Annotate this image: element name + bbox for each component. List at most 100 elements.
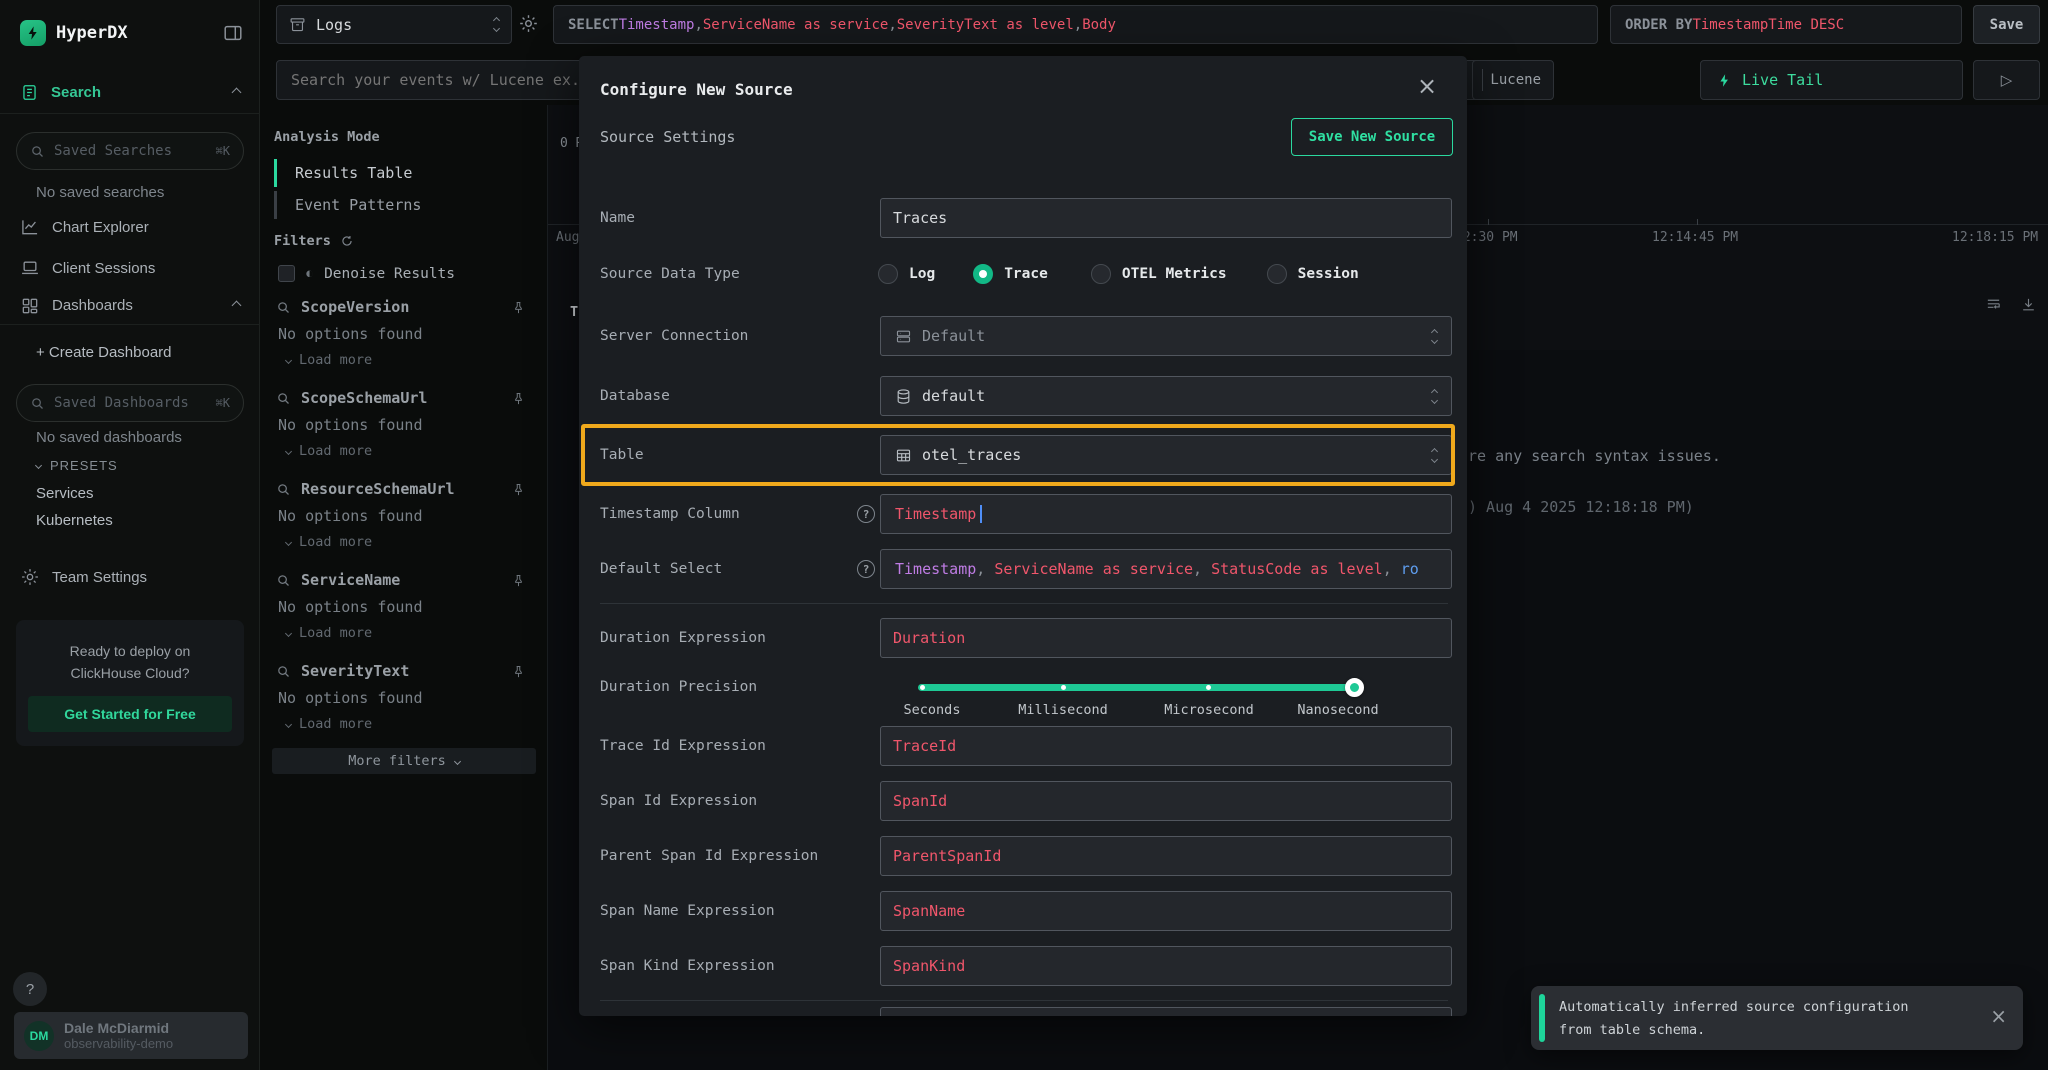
modal-title: Configure New Source (600, 80, 793, 99)
sidebar-item-team-settings[interactable]: Team Settings (0, 558, 260, 596)
table-select[interactable]: otel_traces (880, 435, 1452, 475)
chevron-up-icon[interactable] (232, 301, 242, 311)
pin-icon[interactable] (511, 664, 526, 679)
gear-icon (20, 567, 40, 587)
user-menu[interactable]: DM Dale McDiarmid observability-demo (14, 1012, 248, 1059)
saved-dashboards-field[interactable] (54, 395, 207, 411)
order-by-keyword: ORDER BY (1625, 17, 1692, 33)
sidebar-item-search[interactable]: Search (0, 72, 260, 114)
name-input[interactable] (880, 198, 1452, 238)
live-tail-label: Live Tail (1742, 71, 1823, 89)
sidebar-item-chart-explorer[interactable]: Chart Explorer (0, 208, 260, 246)
load-more-button[interactable]: Load more (286, 442, 548, 460)
help-circle-icon: ? (857, 505, 875, 523)
pin-icon[interactable] (511, 482, 526, 497)
chevron-up-icon[interactable] (232, 88, 242, 98)
toast-notification[interactable]: Automatically inferred source configurat… (1531, 986, 2023, 1050)
lucene-language-toggle[interactable]: Lucene (1472, 60, 1554, 100)
chevron-down-icon (285, 447, 292, 454)
partial-input[interactable] (880, 1007, 1452, 1016)
slider-label-microsecond[interactable]: Microsecond (1164, 702, 1253, 718)
parent-span-id-input[interactable] (880, 836, 1452, 876)
radio-log[interactable] (878, 264, 898, 284)
slider-mark[interactable] (1061, 685, 1066, 690)
close-icon[interactable]: × (1417, 72, 1437, 100)
pin-icon[interactable] (511, 391, 526, 406)
default-select-input[interactable]: Timestamp , ServiceName as service , Sta… (880, 549, 1452, 589)
refresh-icon[interactable] (340, 234, 354, 248)
span-id-input[interactable] (880, 781, 1452, 821)
duration-precision-slider[interactable] (918, 684, 1354, 691)
sidebar-item-dashboards[interactable]: Dashboards (0, 287, 260, 325)
filter-group-name: SeverityText (301, 662, 409, 680)
pin-icon[interactable] (511, 300, 526, 315)
source-select[interactable]: Logs (276, 5, 512, 44)
pin-icon[interactable] (511, 573, 526, 588)
download-icon[interactable] (2020, 296, 2037, 313)
saved-searches-field[interactable] (54, 143, 207, 159)
radio-trace[interactable] (973, 264, 993, 284)
slider-mark[interactable] (1206, 685, 1211, 690)
slider-mark[interactable] (920, 685, 925, 690)
slider-label-nanosecond[interactable]: Nanosecond (1297, 702, 1378, 718)
syntax-hint-partial: re any search syntax issues. (1468, 447, 1721, 465)
sidebar-item-client-sessions[interactable]: Client Sessions (0, 249, 260, 287)
search-icon (276, 391, 291, 406)
create-dashboard-button[interactable]: + Create Dashboard (36, 344, 172, 361)
duration-precision-label: Duration Precision (600, 667, 757, 707)
mode-results-table[interactable]: Results Table (274, 159, 412, 187)
mode-event-patterns[interactable]: Event Patterns (274, 191, 421, 219)
collapse-sidebar-icon[interactable] (222, 22, 244, 44)
presets-toggle[interactable]: PRESETS (36, 458, 118, 473)
timestamp-column-input[interactable]: Timestamp (880, 494, 1452, 534)
order-by-input[interactable]: ORDER BY TimestampTime DESC (1610, 5, 1962, 44)
trace-id-input[interactable] (880, 726, 1452, 766)
server-connection-select[interactable]: Default (880, 316, 1452, 356)
sql-select-input[interactable]: SELECT Timestamp , ServiceName as servic… (553, 5, 1598, 44)
axis-tick (1697, 219, 1698, 225)
sql-column: SeverityText as level (897, 17, 1074, 33)
span-kind-input[interactable] (880, 946, 1452, 986)
denoise-checkbox[interactable] (278, 265, 295, 282)
slider-thumb[interactable] (1345, 678, 1364, 697)
avatar: DM (24, 1021, 54, 1051)
save-button[interactable]: Save (1973, 5, 2040, 44)
close-icon[interactable]: × (1990, 1004, 2007, 1028)
search-journal-icon (20, 83, 39, 102)
load-more-button[interactable]: Load more (286, 624, 548, 642)
more-filters-button[interactable]: More filters (272, 748, 536, 774)
denoise-row[interactable]: ◐ Denoise Results (278, 265, 455, 282)
wrap-lines-icon[interactable] (1985, 296, 2002, 313)
save-new-source-button[interactable]: Save New Source (1291, 118, 1453, 156)
database-select[interactable]: default (880, 376, 1452, 416)
table-label: Table (600, 435, 644, 475)
span-name-input[interactable] (880, 891, 1452, 931)
preset-item-kubernetes[interactable]: Kubernetes (36, 512, 113, 529)
slider-label-seconds[interactable]: Seconds (904, 702, 961, 718)
radio-otel-metrics-label: OTEL Metrics (1122, 266, 1227, 282)
source-select-value: Logs (316, 16, 352, 34)
preset-item-services[interactable]: Services (36, 485, 94, 502)
search-icon (276, 573, 291, 588)
live-tail-button[interactable]: Live Tail (1700, 60, 1963, 100)
sql-comma: , (694, 17, 702, 33)
help-button[interactable]: ? (13, 972, 47, 1006)
source-settings-gear-icon[interactable] (518, 13, 539, 34)
radio-session[interactable] (1267, 264, 1287, 284)
radio-otel-metrics[interactable] (1091, 264, 1111, 284)
saved-dashboards-input[interactable]: ⌘K (16, 384, 244, 422)
modal-section-title: Source Settings (600, 128, 735, 146)
slider-label-millisecond[interactable]: Millisecond (1018, 702, 1107, 718)
play-button[interactable]: ▷ (1973, 60, 2040, 100)
modal-divider (600, 603, 1448, 604)
duration-expression-input[interactable] (880, 618, 1452, 658)
saved-searches-input[interactable]: ⌘K (16, 132, 244, 170)
sql-comma: , (888, 17, 896, 33)
code-token: , (1193, 560, 1211, 578)
radio-log-label: Log (909, 266, 935, 282)
load-more-button[interactable]: Load more (286, 351, 548, 369)
load-more-button[interactable]: Load more (286, 533, 548, 551)
get-started-button[interactable]: Get Started for Free (28, 696, 232, 732)
load-more-button[interactable]: Load more (286, 715, 548, 733)
hyperdx-logo-icon (20, 20, 46, 46)
